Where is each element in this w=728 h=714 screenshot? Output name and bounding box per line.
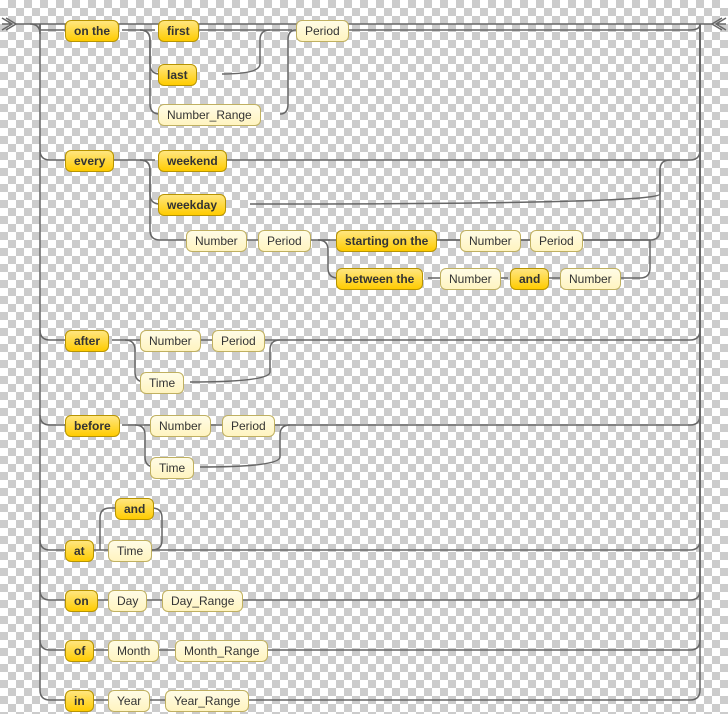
rule-month-range: Month_Range [175, 640, 268, 662]
rule-number-range: Number_Range [158, 104, 261, 126]
rule-year-range: Year_Range [165, 690, 249, 712]
rule-number-2: Number [460, 230, 521, 252]
rule-period-5: Period [222, 415, 275, 437]
token-on-the: on the [65, 20, 119, 42]
token-first: first [158, 20, 199, 42]
rule-number-3: Number [440, 268, 501, 290]
rule-time-3: Time [108, 540, 152, 562]
rule-day: Day [108, 590, 147, 612]
token-of: of [65, 640, 94, 662]
token-after: after [65, 330, 109, 352]
rule-number-6: Number [150, 415, 211, 437]
token-before: before [65, 415, 120, 437]
rule-period-3: Period [530, 230, 583, 252]
rule-time-1: Time [140, 372, 184, 394]
token-between-the: between the [336, 268, 423, 290]
rule-number-5: Number [140, 330, 201, 352]
token-weekday: weekday [158, 194, 226, 216]
rule-day-range: Day_Range [162, 590, 243, 612]
rule-period-4: Period [212, 330, 265, 352]
rule-number-1: Number [186, 230, 247, 252]
token-last: last [158, 64, 197, 86]
token-weekend: weekend [158, 150, 227, 172]
token-every: every [65, 150, 114, 172]
rule-period-2: Period [258, 230, 311, 252]
rule-time-2: Time [150, 457, 194, 479]
token-and-2: and [115, 498, 154, 520]
token-starting-on-the: starting on the [336, 230, 437, 252]
token-and-1: and [510, 268, 549, 290]
rule-year: Year [108, 690, 150, 712]
rule-month: Month [108, 640, 159, 662]
token-at: at [65, 540, 94, 562]
token-in: in [65, 690, 94, 712]
token-on: on [65, 590, 98, 612]
rule-number-4: Number [560, 268, 621, 290]
rule-period-1: Period [296, 20, 349, 42]
